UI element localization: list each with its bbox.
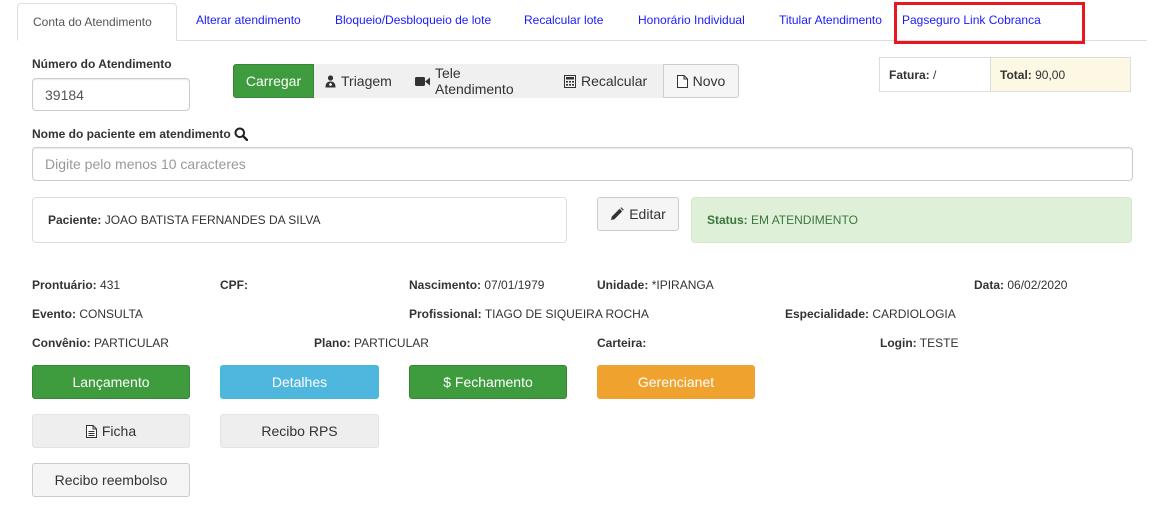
profissional-info: Profissional: TIAGO DE SIQUEIRA ROCHA xyxy=(409,307,649,321)
tele-atendimento-label: Tele Atendimento xyxy=(435,65,514,97)
recibo-reembolso-button[interactable]: Recibo reembolso xyxy=(32,463,190,497)
novo-label: Novo xyxy=(692,73,726,89)
evento-info: Evento: CONSULTA xyxy=(32,307,143,321)
tab-highlight-box xyxy=(894,2,1085,44)
file-icon xyxy=(676,74,688,88)
paciente-search-label-row: Nome do paciente em atendimento xyxy=(32,127,248,141)
fatura-label: Fatura: xyxy=(889,67,930,82)
editar-button[interactable]: Editar xyxy=(597,197,679,231)
status-value: EM ATENDIMENTO xyxy=(751,213,858,227)
convenio-info: Convênio: PARTICULAR xyxy=(32,336,169,350)
calculator-icon xyxy=(564,74,576,88)
status-label: Status: xyxy=(707,213,748,227)
login-info: Login: TESTE xyxy=(880,336,959,350)
atendimento-label: Número do Atendimento xyxy=(32,57,172,71)
plano-info: Plano: PARTICULAR xyxy=(314,336,429,350)
gerencianet-button[interactable]: Gerencianet xyxy=(597,365,755,399)
fatura-cell: Fatura: / xyxy=(880,58,990,91)
prontuario-info: Prontuário: 431 xyxy=(32,278,121,292)
recalcular-button[interactable]: Recalcular xyxy=(553,64,663,98)
status-panel: Status: EM ATENDIMENTO xyxy=(691,197,1132,243)
tab-recalcular-lote[interactable]: Recalcular lote xyxy=(524,0,603,41)
fatura-total-box: Fatura: / Total: 90,00 xyxy=(879,57,1131,92)
editar-label: Editar xyxy=(629,206,666,222)
ficha-button[interactable]: Ficha xyxy=(32,414,190,448)
atendimento-toolbar: Carregar Triagem Tele Atendimento Recalc… xyxy=(233,64,739,98)
cpf-info: CPF: xyxy=(220,278,248,292)
tab-conta-do-atendimento[interactable]: Conta do Atendimento xyxy=(17,3,177,41)
detalhes-button[interactable]: Detalhes xyxy=(220,365,379,399)
tab-alterar-atendimento[interactable]: Alterar atendimento xyxy=(196,0,301,41)
lancamento-button[interactable]: Lançamento xyxy=(32,365,190,399)
user-md-icon xyxy=(325,74,336,88)
tab-bloqueio-desbloqueio-lote[interactable]: Bloqueio/Desbloqueio de lote xyxy=(335,0,491,41)
especialidade-info: Especialidade: CARDIOLOGIA xyxy=(785,307,956,321)
nascimento-info: Nascimento: 07/01/1979 xyxy=(409,278,545,292)
paciente-search-label: Nome do paciente em atendimento xyxy=(32,127,231,141)
file-text-icon xyxy=(85,424,97,438)
fatura-value: / xyxy=(933,67,937,82)
total-label: Total: xyxy=(1000,67,1032,82)
data-info: Data: 06/02/2020 xyxy=(974,278,1068,292)
carregar-button[interactable]: Carregar xyxy=(233,64,314,98)
pencil-icon xyxy=(610,207,625,221)
search-icon[interactable] xyxy=(234,127,248,141)
tab-honorario-individual[interactable]: Honorário Individual xyxy=(638,0,745,41)
unidade-info: Unidade: *IPIRANGA xyxy=(597,278,714,292)
carregar-label: Carregar xyxy=(245,73,302,89)
video-camera-icon xyxy=(415,76,430,87)
recalcular-label: Recalcular xyxy=(581,73,648,89)
novo-button[interactable]: Novo xyxy=(663,64,739,98)
tele-atendimento-button[interactable]: Tele Atendimento xyxy=(404,64,553,98)
paciente-value: JOAO BATISTA FERNANDES DA SILVA xyxy=(104,213,321,227)
triagem-button[interactable]: Triagem xyxy=(314,64,404,98)
total-value: 90,00 xyxy=(1035,67,1066,82)
tab-titular-atendimento[interactable]: Titular Atendimento xyxy=(779,0,882,41)
paciente-panel: Paciente: JOAO BATISTA FERNANDES DA SILV… xyxy=(32,197,567,243)
carteira-info: Carteira: xyxy=(597,336,647,350)
atendimento-input[interactable] xyxy=(32,78,190,111)
paciente-search-input[interactable] xyxy=(32,147,1133,181)
triagem-label: Triagem xyxy=(341,73,392,89)
recibo-rps-button[interactable]: Recibo RPS xyxy=(220,414,379,448)
total-cell: Total: 90,00 xyxy=(990,58,1130,91)
fechamento-button[interactable]: $ Fechamento xyxy=(409,365,567,399)
paciente-label: Paciente: xyxy=(48,213,102,227)
